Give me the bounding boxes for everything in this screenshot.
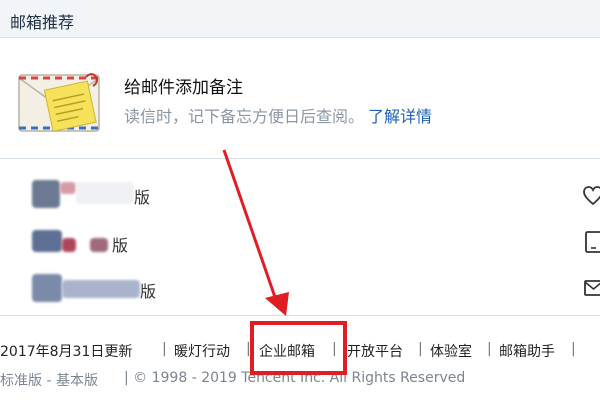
footer-separator: |	[418, 341, 423, 357]
mail-icon[interactable]	[582, 276, 600, 300]
tablet-icon[interactable]	[582, 230, 600, 254]
version-label: 版	[112, 236, 129, 255]
lab-link[interactable]: 体验室	[430, 341, 472, 361]
blurred-logo	[32, 274, 62, 302]
blurred-text	[62, 238, 76, 252]
feature-title: 给邮件添加备注	[124, 78, 243, 98]
version-switch-link[interactable]: 标准版 - 基本版	[0, 370, 98, 390]
learn-more-link[interactable]: 了解详情	[368, 107, 432, 126]
blurred-text	[62, 280, 140, 298]
section-title: 邮箱推荐	[10, 13, 75, 32]
footer-separator: |	[571, 341, 576, 357]
feature-description: 读信时，记下备忘方便日后查阅。 了解详情	[124, 103, 432, 127]
version-label: 版	[134, 188, 151, 207]
footer-separator: |	[487, 341, 492, 357]
blurred-text	[90, 238, 108, 252]
mail-assistant-link[interactable]: 邮箱助手	[499, 341, 555, 361]
feature-description-text: 读信时，记下备忘方便日后查阅。	[124, 107, 365, 126]
version-item[interactable]: 版	[30, 178, 230, 210]
blurred-text	[60, 182, 76, 194]
open-platform-link[interactable]: 开放平台	[347, 341, 403, 361]
version-list: 版 版 版	[0, 160, 600, 315]
blurred-logo	[32, 230, 62, 252]
warm-light-link[interactable]: 暖灯行动	[174, 341, 230, 361]
version-item[interactable]: 版	[30, 272, 230, 304]
footer-separator: |	[162, 341, 167, 357]
note-envelope-icon	[18, 73, 100, 132]
heart-icon[interactable]	[582, 184, 600, 208]
section-header: 邮箱推荐	[0, 0, 600, 38]
version-item[interactable]: 版	[30, 226, 230, 258]
update-date-link[interactable]: 2017年8月31日更新	[0, 341, 132, 361]
blurred-text	[76, 182, 134, 204]
footer-divider	[0, 315, 600, 316]
feature-recommendation: 给邮件添加备注 读信时，记下备忘方便日后查阅。 了解详情	[0, 39, 600, 159]
annotation-highlight-box	[250, 321, 347, 375]
blurred-logo	[32, 180, 60, 208]
version-label: 版	[140, 282, 157, 301]
